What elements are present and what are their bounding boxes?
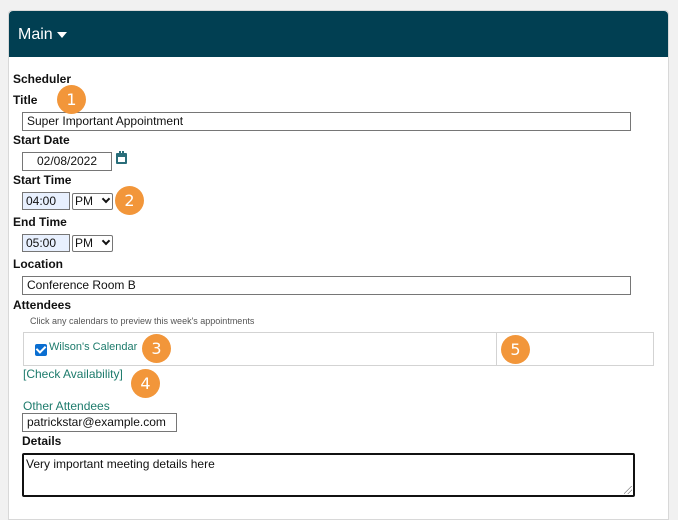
other-attendees-input[interactable]: patrickstar@example.com bbox=[22, 413, 177, 432]
start-time-label: Start Time bbox=[13, 173, 72, 187]
start-time-input[interactable]: 04:00 bbox=[22, 192, 70, 210]
details-textarea[interactable]: Very important meeting details here bbox=[22, 453, 635, 497]
end-time-label: End Time bbox=[13, 215, 67, 229]
annotation-badge-3: 3 bbox=[142, 334, 171, 363]
chevron-down-icon[interactable] bbox=[57, 32, 67, 38]
panel-title[interactable]: Main bbox=[18, 26, 53, 44]
location-input[interactable]: Conference Room B bbox=[22, 276, 631, 295]
annotation-badge-1: 1 bbox=[57, 85, 86, 114]
chevron-down-icon bbox=[101, 194, 111, 204]
title-input[interactable]: Super Important Appointment bbox=[22, 112, 631, 131]
details-text: Very important meeting details here bbox=[26, 457, 215, 471]
start-ampm-value: PM bbox=[75, 194, 93, 208]
start-date-label: Start Date bbox=[13, 133, 70, 147]
location-label: Location bbox=[13, 257, 63, 271]
end-time-input[interactable]: 05:00 bbox=[22, 234, 70, 252]
end-ampm-value: PM bbox=[75, 236, 93, 250]
calendar-link[interactable]: Wilson's Calendar bbox=[49, 341, 137, 354]
panel-header[interactable]: Main bbox=[9, 11, 668, 57]
attendees-label: Attendees bbox=[13, 298, 72, 312]
start-date-input[interactable]: 02/08/2022 bbox=[22, 152, 112, 171]
start-ampm-select[interactable]: PM bbox=[72, 193, 113, 210]
table-divider bbox=[496, 333, 497, 365]
calendar-icon[interactable] bbox=[116, 151, 127, 164]
check-availability-link[interactable]: [Check Availability] bbox=[23, 367, 123, 381]
other-attendees-label: Other Attendees bbox=[23, 399, 110, 413]
main-panel: Main bbox=[8, 10, 669, 520]
calendar-table: Wilson's Calendar bbox=[23, 332, 654, 366]
attendees-hint: Click any calendars to preview this week… bbox=[30, 316, 255, 326]
title-label: Title bbox=[13, 93, 38, 107]
chevron-down-icon bbox=[101, 236, 111, 246]
checkbox-checked-icon[interactable] bbox=[35, 344, 47, 356]
end-ampm-select[interactable]: PM bbox=[72, 235, 113, 252]
annotation-badge-4: 4 bbox=[131, 369, 160, 398]
resize-grip-icon[interactable] bbox=[624, 486, 632, 494]
details-label: Details bbox=[22, 434, 62, 448]
annotation-badge-5: 5 bbox=[501, 335, 530, 364]
section-label: Scheduler bbox=[13, 72, 72, 86]
annotation-badge-2: 2 bbox=[115, 186, 144, 215]
